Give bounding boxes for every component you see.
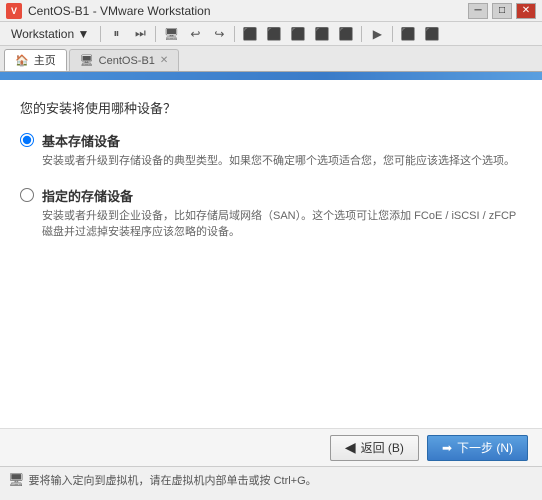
toolbar-pause-btn[interactable]: ⏸ [105,24,127,44]
window-title: CentOS-B1 - VMware Workstation [28,4,211,18]
next-label: 下一步 (N) [457,439,513,456]
back-button[interactable]: ◀ 返回 (B) [330,435,419,461]
window-controls: ─ □ ✕ [468,3,536,19]
toolbar-separator3 [234,26,235,42]
radio-basic-storage[interactable] [20,133,34,147]
next-icon: ➡ [442,441,452,455]
option-basic-storage: 基本存储设备 安装或者升级到存储设备的典型类型。如果您不确定哪个选项适合您，您可… [20,131,522,170]
tab-vm-label: CentOS-B1 [99,55,155,67]
toolbar-separator4 [361,26,362,42]
app-icon: V [6,3,22,19]
toolbar-separator [100,26,101,42]
toolbar-play-btn[interactable]: ▶ [366,24,388,44]
home-icon: 🏠 [15,54,29,67]
option1-content: 基本存储设备 安装或者升级到存储设备的典型类型。如果您不确定哪个选项适合您，您可… [42,131,515,170]
toolbar-vm3-btn[interactable]: ⬛ [287,24,309,44]
progress-banner [0,72,542,80]
option2-title: 指定的存储设备 [42,186,522,205]
minimize-button[interactable]: ─ [468,3,488,19]
toolbar-screen-btn[interactable]: 🖥 [160,24,182,44]
tab-close-icon[interactable]: ✕ [160,55,168,66]
toolbar-undo-btn[interactable]: ↩ [184,24,206,44]
menu-bar: Workstation ▼ ⏸ ⏭ 🖥 ↩ ↪ ⬛ ⬛ ⬛ ⬛ ⬛ ▶ ⬛ ⬛ [0,22,542,46]
main-content: 您的安装将使用哪种设备？ 基本存储设备 安装或者升级到存储设备的典型类型。如果您… [0,80,542,428]
toolbar-redo-btn[interactable]: ↪ [208,24,230,44]
toolbar-vm4-btn[interactable]: ⬛ [311,24,333,44]
toolbar-extra2-btn[interactable]: ⬛ [421,24,443,44]
option1-title: 基本存储设备 [42,131,515,150]
nav-buttons: ◀ 返回 (B) ➡ 下一步 (N) [0,428,542,466]
title-bar: V CentOS-B1 - VMware Workstation ─ □ ✕ [0,0,542,22]
toolbar-vm2-btn[interactable]: ⬛ [263,24,285,44]
tab-bar: 🏠 主页 🖥 CentOS-B1 ✕ [0,46,542,72]
toolbar-vm5-btn[interactable]: ⬛ [335,24,357,44]
back-label: 返回 (B) [361,439,404,456]
close-button[interactable]: ✕ [516,3,536,19]
option2-content: 指定的存储设备 安装或者升级到企业设备，比如存储局域网络（SAN）。这个选项可让… [42,186,522,241]
next-button[interactable]: ➡ 下一步 (N) [427,435,528,461]
status-icon: 🖥 [8,472,25,488]
maximize-button[interactable]: □ [492,3,512,19]
vm-icon: 🖥 [80,54,94,67]
toolbar-vm1-btn[interactable]: ⬛ [239,24,261,44]
tab-home-label: 主页 [34,52,56,68]
status-bar: 🖥 要将输入定向到虚拟机，请在虚拟机内部单击或按 Ctrl+G。 [0,466,542,492]
tab-home[interactable]: 🏠 主页 [4,49,67,71]
toolbar-extra-btn[interactable]: ⬛ [397,24,419,44]
option-specified-storage: 指定的存储设备 安装或者升级到企业设备，比如存储局域网络（SAN）。这个选项可让… [20,186,522,241]
option2-desc: 安装或者升级到企业设备，比如存储局域网络（SAN）。这个选项可让您添加 FCoE… [42,208,522,241]
option1-desc: 安装或者升级到存储设备的典型类型。如果您不确定哪个选项适合您，您可能应该选择这个… [42,153,515,170]
content-wrapper: 您的安装将使用哪种设备？ 基本存储设备 安装或者升级到存储设备的典型类型。如果您… [0,72,542,492]
workstation-menu[interactable]: Workstation ▼ [4,24,96,44]
question-text: 您的安装将使用哪种设备？ [20,98,522,117]
back-arrow-icon: ◀ [345,439,356,456]
toolbar-separator5 [392,26,393,42]
toolbar-step-btn[interactable]: ⏭ [129,24,151,44]
tab-vm[interactable]: 🖥 CentOS-B1 ✕ [69,49,180,71]
radio-specified-storage[interactable] [20,188,34,202]
toolbar-separator2 [155,26,156,42]
option-group: 基本存储设备 安装或者升级到存储设备的典型类型。如果您不确定哪个选项适合您，您可… [20,131,522,241]
title-bar-left: V CentOS-B1 - VMware Workstation [6,3,211,19]
status-text: 要将输入定向到虚拟机，请在虚拟机内部单击或按 Ctrl+G。 [29,472,317,488]
